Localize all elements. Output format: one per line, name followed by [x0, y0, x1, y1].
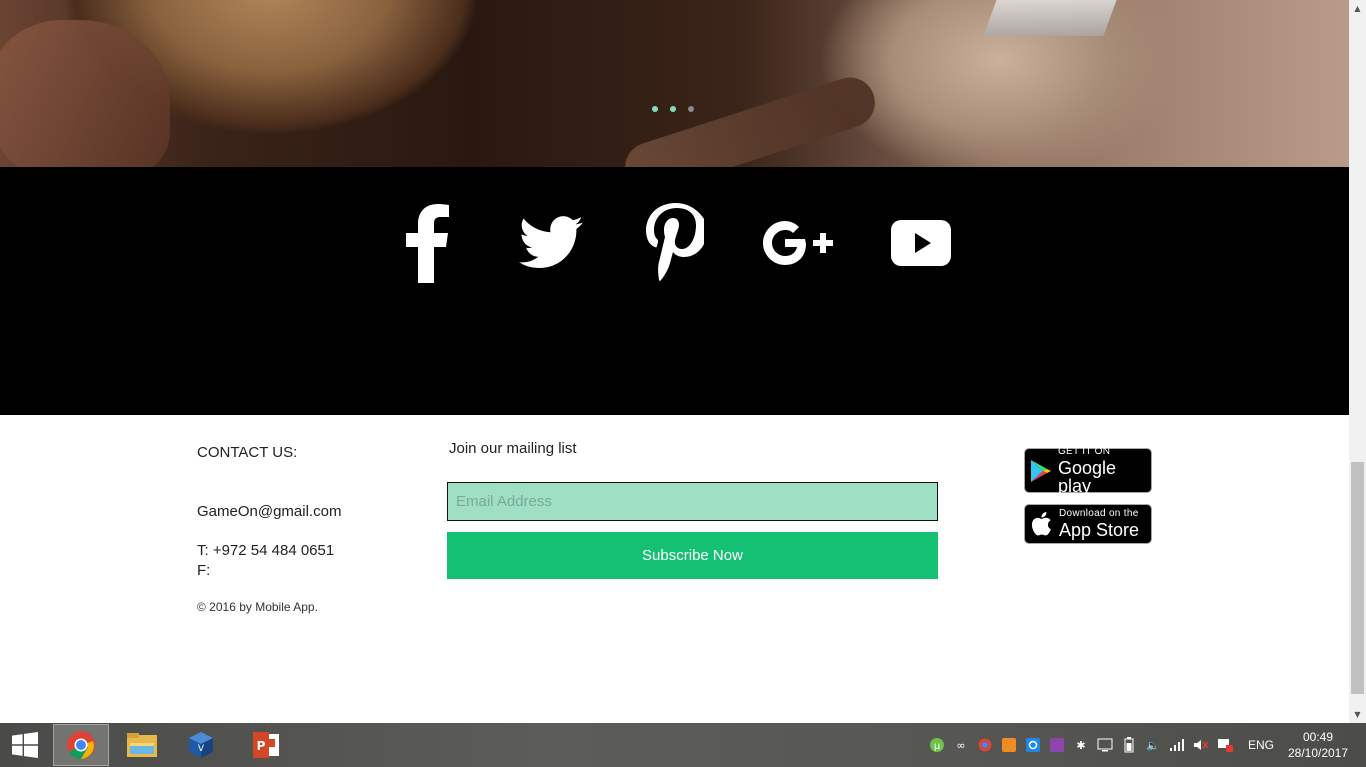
- display-icon[interactable]: [1096, 736, 1114, 754]
- google-play-icon: [1025, 459, 1058, 483]
- scroll-down-icon[interactable]: ▼: [1349, 706, 1366, 723]
- footer: CONTACT US: GameOn@gmail.com T: +972 54 …: [0, 415, 1349, 723]
- start-button[interactable]: [0, 723, 50, 767]
- page-scrollbar[interactable]: ▲ ▼: [1349, 0, 1366, 723]
- system-tray: µ ∞ ✱ 🔈: [928, 735, 1234, 755]
- app-store-big-text: App Store: [1059, 520, 1140, 540]
- app-tray-icon[interactable]: [1000, 736, 1018, 754]
- facebook-link[interactable]: [388, 201, 468, 285]
- virtualbox-icon: V: [189, 732, 213, 758]
- copyright-text: © 2016 by Mobile App.: [197, 600, 318, 614]
- google-plus-icon: [763, 221, 833, 265]
- slider-dots: [652, 106, 694, 112]
- windows-logo-icon: [12, 732, 38, 758]
- signal-icon[interactable]: [1168, 736, 1186, 754]
- svg-text:µ: µ: [934, 741, 941, 752]
- bluetooth-icon[interactable]: ✱: [1072, 736, 1090, 754]
- scroll-thumb[interactable]: [1351, 462, 1364, 694]
- slider-dot-3[interactable]: [688, 106, 694, 112]
- slider-dot-2[interactable]: [670, 106, 676, 112]
- powerpoint-icon: P: [253, 732, 279, 758]
- scroll-up-icon[interactable]: ▲: [1349, 0, 1366, 17]
- social-bar: [0, 167, 1349, 415]
- taskbar-chrome[interactable]: [53, 724, 109, 766]
- mailing-list-title: Join our mailing list: [449, 440, 577, 457]
- youtube-link[interactable]: [881, 201, 961, 285]
- twitter-link[interactable]: [511, 201, 591, 285]
- pinterest-link[interactable]: [635, 201, 715, 285]
- system-clock[interactable]: 00:49 28/10/2017: [1285, 729, 1351, 761]
- google-play-badge[interactable]: GET IT ON Google play: [1024, 445, 1152, 496]
- volume-muted-icon[interactable]: [1192, 736, 1210, 754]
- language-indicator[interactable]: ENG: [1248, 738, 1274, 752]
- network-error-icon[interactable]: [1216, 736, 1234, 754]
- battery-icon[interactable]: [1120, 736, 1138, 754]
- app-store-small-text: Download on the: [1059, 508, 1139, 519]
- twitter-icon: [519, 216, 583, 269]
- slider-dot-1[interactable]: [652, 106, 658, 112]
- utorrent-icon[interactable]: µ: [928, 736, 946, 754]
- svg-text:P: P: [257, 739, 266, 753]
- pinterest-icon: [646, 203, 704, 281]
- clock-time: 00:49: [1302, 730, 1334, 744]
- contact-phone: T: +972 54 484 0651: [197, 542, 335, 559]
- contact-title: CONTACT US:: [197, 444, 298, 461]
- metal-shape: [983, 0, 1117, 36]
- facebook-icon: [406, 204, 449, 283]
- google-play-big-text: Google play: [1057, 457, 1116, 496]
- clock-date: 28/10/2017: [1287, 746, 1349, 760]
- windows-taskbar: V P µ ∞ ✱ 🔈 ENG 00:49 28/10/2017: [0, 723, 1366, 767]
- app-store-badge[interactable]: Download on the App Store: [1024, 504, 1152, 544]
- outlook-tray-icon[interactable]: [1024, 736, 1042, 754]
- glove-lace-shape: [618, 71, 882, 167]
- taskbar-powerpoint[interactable]: P: [238, 724, 294, 766]
- chrome-tray-icon[interactable]: [976, 736, 994, 754]
- subscribe-button[interactable]: Subscribe Now: [447, 532, 938, 579]
- speaker-icon[interactable]: 🔈: [1144, 736, 1162, 754]
- youtube-icon: [891, 220, 951, 266]
- chrome-icon: [67, 731, 95, 759]
- taskbar-virtualbox[interactable]: V: [173, 724, 229, 766]
- hero-image: [0, 0, 1349, 167]
- email-address-input[interactable]: [447, 482, 938, 521]
- taskbar-file-explorer[interactable]: [114, 724, 170, 766]
- contact-email-link[interactable]: GameOn@gmail.com: [197, 503, 341, 520]
- glove-shape: [0, 20, 170, 167]
- google-play-small-text: GET IT ON: [1057, 445, 1111, 457]
- link-icon[interactable]: ∞: [952, 736, 970, 754]
- file-explorer-icon: [127, 733, 157, 757]
- svg-text:V: V: [198, 744, 205, 754]
- onenote-tray-icon[interactable]: [1048, 736, 1066, 754]
- contact-fax: F:: [197, 562, 211, 579]
- apple-icon: [1025, 512, 1059, 536]
- google-plus-link[interactable]: [758, 201, 838, 285]
